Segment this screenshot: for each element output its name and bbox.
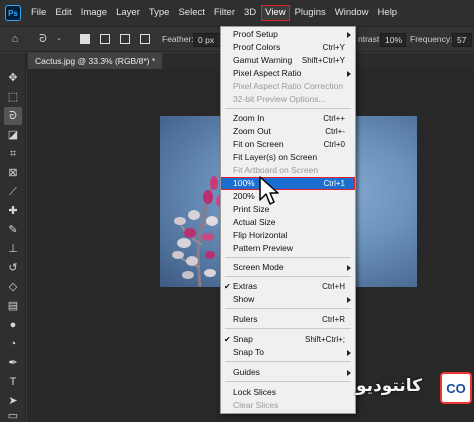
menu-select[interactable]: Select [174,5,208,21]
menu-separator [225,361,351,362]
marquee-tool-icon[interactable]: ⬚ [4,88,22,106]
menu-item-pattern-preview[interactable]: Pattern Preview [221,242,355,255]
healing-brush-tool-icon[interactable]: ✚ [4,202,22,220]
menu-item-snap[interactable]: ✔ Snap Shift+Ctrl+; [221,333,355,346]
subtract-selection-icon[interactable] [120,34,130,44]
brush-tool-icon[interactable]: ✎ [4,221,22,239]
menu-separator [225,308,351,309]
dodge-tool-icon[interactable]: ◔ [4,335,22,353]
menu-item-32bit-preview-options: 32-bit Preview Options... [233,94,326,104]
checkmark-icon: ✔ [224,282,231,291]
submenu-arrow-icon [347,71,351,77]
frame-tool-icon[interactable]: ⊠ [4,164,22,182]
menu-item-proof-setup[interactable]: Proof Setup [221,28,355,41]
feather-label: Feather: [162,34,194,44]
pen-tool-icon[interactable]: ✒ [4,354,22,372]
menu-separator [225,381,351,382]
watermark-text: کانتودیو [356,376,423,396]
gradient-tool-icon[interactable]: ▤ [4,297,22,315]
menu-help[interactable]: Help [374,5,402,21]
contrast-input[interactable]: 10% [380,33,406,47]
menu-item-fit-on-screen[interactable]: Fit on Screen Ctrl+0 [221,138,355,151]
crop-tool-icon[interactable]: ⌗ [4,145,22,163]
quick-selection-tool-icon[interactable]: ◪ [4,126,22,144]
menu-item-200-percent[interactable]: 200% [221,190,355,203]
checkmark-icon: ✔ [224,335,231,344]
lasso-tool-icon[interactable]: ᘒ [4,107,22,125]
menu-3d[interactable]: 3D [240,5,260,21]
menu-item-gamut-warning[interactable]: Gamut Warning Shift+Ctrl+Y [221,54,355,67]
menu-view[interactable]: View [261,5,290,21]
menu-item-print-size[interactable]: Print Size [221,203,355,216]
menu-item-actual-size[interactable]: Actual Size [221,216,355,229]
magnetic-lasso-icon[interactable]: ᘒ [36,32,50,46]
menu-item-zoom-in[interactable]: Zoom In Ctrl++ [221,112,355,125]
type-tool-icon[interactable]: T [4,373,22,391]
watermark-logo: CO [440,372,472,404]
menu-item-proof-colors[interactable]: Proof Colors Ctrl+Y [221,41,355,54]
menu-bar: Ps File Edit Image Layer Type Select Fil… [0,0,474,26]
menu-separator [225,328,351,329]
menu-image[interactable]: Image [77,5,111,21]
menu-item-screen-mode[interactable]: Screen Mode [221,261,355,274]
menu-filter[interactable]: Filter [210,5,239,21]
menu-type[interactable]: Type [145,5,174,21]
submenu-arrow-icon [347,350,351,356]
menu-item-pixel-aspect-ratio-correction: Pixel Aspect Ratio Correction [233,81,344,91]
submenu-arrow-icon [347,297,351,303]
document-tab[interactable]: Cactus.jpg @ 33.3% (RGB/8*) * [28,53,163,69]
photoshop-logo[interactable]: Ps [5,5,21,21]
menu-separator [225,276,351,277]
path-selection-tool-icon[interactable]: ➤ [4,392,22,410]
menu-item-flip-horizontal[interactable]: Flip Horizontal [221,229,355,242]
menu-separator [225,257,351,258]
frequency-label: Frequency: [410,34,453,44]
home-icon[interactable]: ⌂ [8,32,22,46]
submenu-arrow-icon [347,370,351,376]
menu-item-fit-artboard-on-screen: Fit Artboard on Screen [233,165,319,175]
menu-item-lock-slices[interactable]: Lock Slices [221,386,355,399]
menu-item-extras[interactable]: ✔ Extras Ctrl+H [221,280,355,293]
menu-item-snap-to[interactable]: Snap To [221,346,355,359]
rectangle-tool-icon[interactable]: ▭ [4,411,22,422]
submenu-arrow-icon [347,32,351,38]
chevron-down-icon[interactable]: ⌄ [52,32,66,46]
menu-item-rulers[interactable]: Rulers Ctrl+R [221,313,355,326]
menu-separator [225,108,351,109]
eyedropper-tool-icon[interactable]: ⟋ [4,183,22,201]
menu-file[interactable]: File [27,5,50,21]
add-selection-icon[interactable] [100,34,110,44]
contrast-label: ntrast: [358,34,382,44]
menu-item-zoom-out[interactable]: Zoom Out Ctrl+- [221,125,355,138]
menu-item-fit-layers-on-screen[interactable]: Fit Layer(s) on Screen [221,151,355,164]
clone-stamp-tool-icon[interactable]: ⊥ [4,240,22,258]
menu-plugins[interactable]: Plugins [291,5,330,21]
move-tool-icon[interactable]: ✥ [4,69,22,87]
menu-window[interactable]: Window [331,5,373,21]
menu-item-clear-slices: Clear Slices [233,400,279,410]
eraser-tool-icon[interactable]: ◇ [4,278,22,296]
frequency-input[interactable]: 57 [452,33,472,47]
mouse-cursor-icon [259,176,279,205]
history-brush-tool-icon[interactable]: ↺ [4,259,22,277]
menu-item-guides[interactable]: Guides [221,366,355,379]
menu-edit[interactable]: Edit [51,5,75,21]
view-menu-dropdown: Proof Setup Proof Colors Ctrl+Y Gamut War… [220,26,356,414]
menu-layer[interactable]: Layer [112,5,144,21]
new-selection-icon[interactable] [80,34,90,44]
intersect-selection-icon[interactable] [140,34,150,44]
blur-tool-icon[interactable]: ● [4,316,22,334]
menu-item-100-percent[interactable]: 100% Ctrl+1 [221,177,355,190]
tools-panel: ✥ ⬚ ᘒ ◪ ⌗ ⊠ ⟋ ✚ ✎ ⊥ ↺ ◇ ▤ ● ◔ ✒ T ➤ ▭ [0,53,26,422]
submenu-arrow-icon [347,265,351,271]
menu-item-show[interactable]: Show [221,293,355,306]
menu-item-pixel-aspect-ratio[interactable]: Pixel Aspect Ratio [221,67,355,80]
